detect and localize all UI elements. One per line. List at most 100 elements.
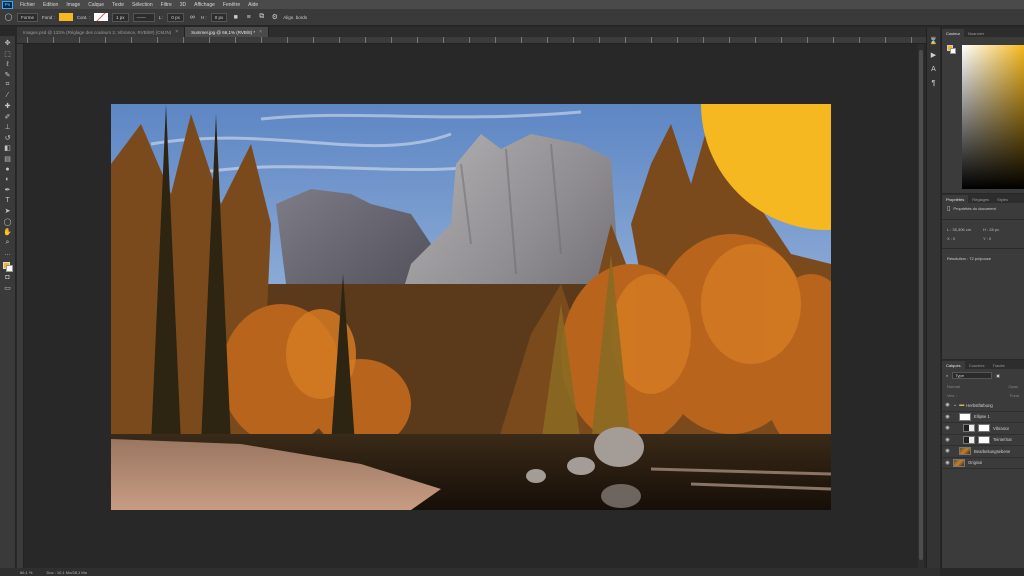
visibility-eye-icon[interactable]: ◉: [942, 425, 953, 431]
character-icon[interactable]: A: [929, 64, 939, 74]
quick-select-tool-icon[interactable]: ✎: [3, 70, 13, 81]
visibility-eye-icon[interactable]: ◉: [942, 448, 953, 454]
layer-row[interactable]: ◉ Bearbeitungsebene: [942, 446, 1024, 458]
pen-tool-icon[interactable]: ✒: [3, 185, 13, 196]
healing-tool-icon[interactable]: ✚: [3, 101, 13, 112]
tab-images-psd[interactable]: Images.psd @ 133% (Réglage des couleurs …: [17, 27, 186, 37]
ellipse-tool-icon[interactable]: ◯: [4, 13, 13, 22]
visibility-eye-icon[interactable]: ◉: [942, 414, 953, 420]
marquee-tool-icon[interactable]: ⬚: [3, 49, 13, 60]
layer-row[interactable]: ◉ ⌄ ▬ Herbstfärbung: [942, 400, 1024, 412]
blend-mode-select[interactable]: Normal: [947, 384, 960, 389]
type-tool-icon[interactable]: T: [3, 196, 13, 207]
ruler-tick: [703, 37, 705, 43]
dodge-tool-icon[interactable]: ◐: [3, 175, 13, 186]
menu-filtre[interactable]: Filtre: [157, 2, 176, 8]
path-arrangement-icon[interactable]: ⧉: [257, 13, 266, 22]
filter-toggle-icon[interactable]: ▣: [996, 373, 1000, 378]
height-field[interactable]: 0 px: [210, 12, 228, 22]
paragraph-icon[interactable]: ¶: [929, 78, 939, 88]
shape-mode-select[interactable]: Forme: [17, 12, 39, 22]
visibility-eye-icon[interactable]: ◉: [942, 437, 953, 443]
tab-calques[interactable]: Calques: [942, 361, 965, 369]
more-tools-icon[interactable]: …: [3, 248, 13, 259]
photoshop-logo[interactable]: Ps: [2, 0, 13, 9]
move-tool-icon[interactable]: ✥: [3, 38, 13, 49]
layer-filter-select[interactable]: Type: [952, 372, 993, 379]
tab-couleur[interactable]: Couleur: [942, 29, 965, 37]
tab-couches[interactable]: Couches: [965, 361, 989, 369]
ruler-tick: [157, 37, 159, 43]
history-icon[interactable]: ⌛: [929, 36, 939, 46]
menu-texte[interactable]: Texte: [108, 2, 128, 8]
close-icon[interactable]: ×: [259, 29, 262, 35]
menu-selection[interactable]: Sélection: [128, 2, 157, 8]
vertical-scrollbar[interactable]: [918, 44, 924, 568]
tab-nuancier[interactable]: Nuancier: [964, 29, 988, 37]
tab-summer-jpg[interactable]: Summer.jpg @ 66,1% (RVB/8) * ×: [185, 27, 270, 37]
layer-row[interactable]: ◉ Original: [942, 458, 1024, 469]
ellipse-shape-tool-icon[interactable]: ◯: [3, 217, 13, 228]
x-value[interactable]: X : 0: [947, 236, 983, 241]
menu-fenetre[interactable]: Fenêtre: [219, 2, 244, 8]
tab-traces[interactable]: Tracés: [988, 361, 1008, 369]
play-icon[interactable]: ▶: [929, 50, 939, 60]
close-icon[interactable]: ×: [175, 29, 178, 35]
menu-fichier[interactable]: Fichier: [16, 2, 39, 8]
fill-color-swatch[interactable]: [58, 13, 73, 21]
menu-aide[interactable]: Aide: [244, 2, 262, 8]
crop-tool-icon[interactable]: ⌗: [3, 80, 13, 91]
path-alignment-icon[interactable]: ≡: [244, 13, 253, 22]
stroke-color-swatch[interactable]: [94, 13, 109, 21]
path-operations-icon[interactable]: ■: [231, 13, 240, 22]
gradient-tool-icon[interactable]: ▤: [3, 154, 13, 165]
brush-tool-icon[interactable]: ✐: [3, 112, 13, 123]
color-picker-field[interactable]: [962, 45, 1024, 189]
gear-icon[interactable]: ⚙: [270, 13, 279, 22]
fill-label[interactable]: Fond: [1010, 393, 1019, 398]
hand-tool-icon[interactable]: ✋: [3, 227, 13, 238]
eyedropper-tool-icon[interactable]: ⁄: [3, 91, 13, 102]
align-edges-checkbox[interactable]: Align. bords: [283, 15, 307, 20]
width-field[interactable]: 0 px: [167, 12, 184, 22]
menu-calque[interactable]: Calque: [84, 2, 108, 8]
y-value[interactable]: Y : 0: [983, 236, 1019, 241]
layer-row[interactable]: ◉ Vibrance: [942, 423, 1024, 435]
scrollbar-thumb[interactable]: [919, 50, 923, 560]
layer-filter-row: ⌕ Type ▣: [942, 369, 1024, 382]
lasso-tool-icon[interactable]: ℓ: [3, 59, 13, 70]
path-select-tool-icon[interactable]: ➤: [3, 206, 13, 217]
stroke-width-field[interactable]: 1 px: [112, 12, 129, 22]
zoom-level[interactable]: 66,1 %: [20, 570, 32, 575]
visibility-eye-icon[interactable]: ◉: [942, 460, 953, 466]
blur-tool-icon[interactable]: ●: [3, 164, 13, 175]
color-panel-swatches[interactable]: [947, 45, 957, 55]
background-color-swatch[interactable]: [5, 264, 13, 272]
menu-affichage[interactable]: Affichage: [190, 2, 219, 8]
foreground-background-colors[interactable]: [2, 261, 14, 273]
document-canvas[interactable]: [111, 104, 831, 510]
screen-mode-icon[interactable]: ▭: [3, 283, 13, 294]
stroke-type-select[interactable]: ——: [132, 12, 155, 22]
menu-image[interactable]: Image: [62, 2, 84, 8]
ruler-tick: [781, 37, 783, 43]
link-icon[interactable]: ∞: [188, 13, 197, 22]
tab-reglages[interactable]: Réglages: [968, 195, 993, 203]
height-value[interactable]: H : 28 px: [983, 227, 1019, 232]
zoom-tool-icon[interactable]: ⌕: [3, 238, 13, 249]
menu-edition[interactable]: Edition: [39, 2, 62, 8]
width-value[interactable]: L : 35,306 cm: [947, 227, 983, 232]
tab-styles[interactable]: Styles: [993, 195, 1012, 203]
opacity-label[interactable]: Opac.: [1008, 384, 1019, 389]
menu-3d[interactable]: 3D: [176, 2, 190, 8]
eraser-tool-icon[interactable]: ◧: [3, 143, 13, 154]
disclosure-chevron-icon[interactable]: ⌄: [953, 402, 957, 408]
lock-label[interactable]: Verr. :: [947, 393, 957, 398]
layer-row[interactable]: ◉ Teinte/Sat: [942, 435, 1024, 446]
history-brush-tool-icon[interactable]: ↺: [3, 133, 13, 144]
quick-mask-icon[interactable]: ◘: [3, 273, 13, 284]
stamp-tool-icon[interactable]: ⊥: [3, 122, 13, 133]
visibility-eye-icon[interactable]: ◉: [942, 402, 953, 408]
layer-row[interactable]: ◉ Ellipse 1: [942, 412, 1024, 423]
tab-proprietes[interactable]: Propriétés: [942, 195, 969, 203]
